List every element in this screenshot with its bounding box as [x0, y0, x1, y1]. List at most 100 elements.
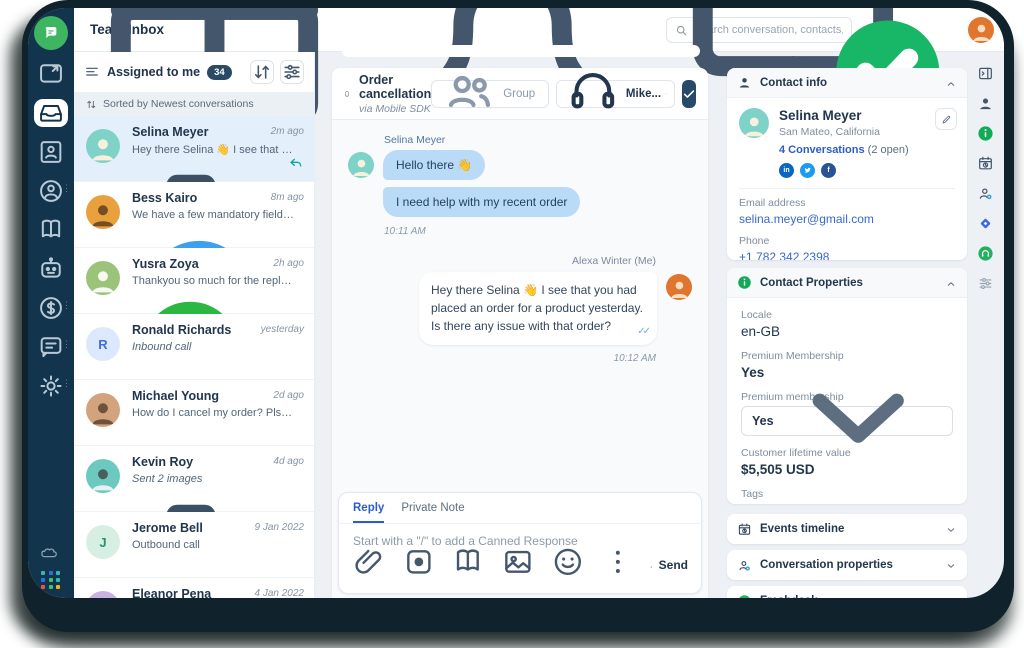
- settings-icon[interactable]: ⋮: [34, 372, 71, 400]
- mobile-icon: [344, 85, 350, 103]
- more-dots-icon: ⋮: [62, 183, 71, 193]
- chevron-up-icon[interactable]: [945, 277, 957, 289]
- list-item[interactable]: J Jerome Bell 9 Jan 2022 Outbound call S…: [74, 512, 314, 598]
- panel-toggle-icon[interactable]: [977, 65, 994, 82]
- conversations-link[interactable]: 4 Conversations: [779, 144, 865, 156]
- avatar: [86, 591, 120, 598]
- freshdesk-shortcut-icon[interactable]: [977, 245, 994, 262]
- image-icon[interactable]: [501, 545, 535, 584]
- list-item[interactable]: Kevin Roy 4d ago Sent 2 images Order can…: [74, 446, 314, 594]
- check-icon: [683, 89, 695, 98]
- avatar: J: [86, 525, 120, 559]
- open-count: (2 open): [867, 144, 909, 156]
- assignee-dropdown[interactable]: Mike...: [556, 73, 675, 109]
- avatar: [86, 459, 120, 493]
- chevron-down-icon[interactable]: [945, 559, 957, 571]
- message-preview: Thankyou so much for the reply Jake. Ca.…: [132, 275, 294, 287]
- scrolled-card-edge: [342, 45, 700, 57]
- freshchat-logo[interactable]: [34, 16, 68, 50]
- contact-name: Michael Young: [132, 389, 220, 403]
- contact-info-header[interactable]: Contact info: [727, 68, 967, 98]
- chevron-down-icon: [539, 89, 541, 99]
- group-dropdown[interactable]: Group: [431, 75, 550, 108]
- more-dots-icon: ⋮: [62, 339, 71, 349]
- contact-name: Kevin Roy: [132, 455, 194, 469]
- list-item[interactable]: Michael Young 2d ago How do I cancel my …: [74, 380, 314, 529]
- events-timeline-card[interactable]: Events timeline: [727, 514, 967, 544]
- events-timeline-shortcut-icon[interactable]: [977, 155, 994, 172]
- customize-widgets-icon[interactable]: [977, 275, 994, 292]
- tab-private-note[interactable]: Private Note: [401, 502, 464, 523]
- chevron-down-icon[interactable]: [945, 595, 957, 598]
- attachment-icon[interactable]: [352, 545, 386, 584]
- bot-icon[interactable]: [34, 255, 68, 283]
- contact-properties-shortcut-icon[interactable]: [977, 125, 994, 142]
- list-item[interactable]: Yusra Zoya 2h ago Thankyou so much for t…: [74, 248, 314, 399]
- avatar: [86, 393, 120, 427]
- edit-contact-button[interactable]: [935, 108, 957, 130]
- tab-reply[interactable]: Reply: [353, 502, 385, 523]
- chevron-down-icon[interactable]: [945, 523, 957, 535]
- premium-membership-select[interactable]: Yes: [741, 393, 953, 444]
- chevron-up-icon[interactable]: [945, 77, 957, 89]
- freshworks-logo[interactable]: [28, 546, 74, 560]
- field-label: Locale: [741, 309, 772, 321]
- facebook-icon[interactable]: f: [821, 163, 836, 178]
- billing-icon[interactable]: ⋮: [34, 294, 71, 322]
- contact-phone[interactable]: +1 782 342 2398: [739, 250, 955, 260]
- contact-properties-header[interactable]: Contact Properties: [727, 268, 967, 298]
- more-options-icon[interactable]: [601, 545, 635, 584]
- send-button[interactable]: Send: [650, 556, 688, 574]
- contact-book-icon[interactable]: [34, 138, 68, 166]
- solution-article-icon[interactable]: [451, 545, 485, 584]
- chat-status-icon[interactable]: [34, 60, 68, 88]
- conversation-properties-shortcut-icon[interactable]: [977, 185, 994, 202]
- sort-note: Sorted by Newest conversations: [74, 92, 314, 116]
- widget-strip: [967, 52, 1004, 598]
- linkedin-icon[interactable]: in: [779, 163, 794, 178]
- list-item[interactable]: Bess Kairo 8m ago We have a few mandator…: [74, 182, 314, 346]
- user-avatar[interactable]: [968, 17, 994, 43]
- conversation-properties-card[interactable]: Conversation properties: [727, 550, 967, 580]
- conversations-icon[interactable]: ⋮: [34, 333, 71, 361]
- message-preview: Outbound call: [132, 539, 200, 551]
- timestamp: 2m ago: [270, 126, 304, 137]
- device-frame: ⋮ ⋮ ⋮ ⋮ Team Inbox Assi: [22, 0, 1014, 632]
- assigned-filter[interactable]: Assigned to me: [107, 65, 200, 79]
- freshdesk-card[interactable]: Freshdesk: [727, 586, 967, 598]
- incoming-message: Hello there 👋: [383, 150, 486, 180]
- message-preview: Inbound call: [132, 341, 192, 353]
- contact-email[interactable]: selina.meyer@gmail.com: [739, 212, 955, 226]
- contact-name: Selina Meyer: [779, 108, 862, 123]
- app-grid-icon[interactable]: [41, 571, 61, 589]
- emoji-icon[interactable]: [551, 545, 585, 584]
- send-plane-icon: [650, 556, 653, 574]
- contact-name: Jerome Bell: [132, 521, 203, 535]
- message-preview: How do I cancel my order? Pls help: [132, 407, 294, 419]
- list-item[interactable]: Selina Meyer 2m ago Hey there Selina 👋 I…: [74, 116, 314, 264]
- contact-name: Eleanor Pena: [132, 587, 212, 598]
- inbox-icon[interactable]: [34, 99, 68, 127]
- contacts-icon[interactable]: ⋮: [34, 177, 71, 205]
- contact-info-shortcut-icon[interactable]: [977, 95, 994, 112]
- resolve-button[interactable]: [682, 79, 696, 108]
- agent-avatar: [666, 274, 692, 300]
- more-dots-icon: ⋮: [62, 300, 71, 310]
- twitter-icon[interactable]: [800, 163, 815, 178]
- sort-button[interactable]: [250, 60, 274, 84]
- avatar: [86, 195, 120, 229]
- list-item[interactable]: R Ronald Richards yesterday Inbound call…: [74, 314, 314, 456]
- integration-diamond-icon[interactable]: [977, 215, 994, 232]
- timestamp: 8m ago: [270, 192, 304, 203]
- knowledge-base-icon[interactable]: [34, 216, 68, 244]
- contact-name: Ronald Richards: [132, 323, 232, 337]
- message-time: 10:12 AM: [613, 353, 656, 364]
- list-item[interactable]: Eleanor Pena 4 Jan 2022: [74, 578, 314, 598]
- timestamp: 4 Jan 2022: [254, 588, 305, 598]
- contact-avatar: [739, 108, 769, 138]
- filter-button[interactable]: [280, 60, 304, 84]
- canned-response-icon[interactable]: [402, 545, 436, 584]
- list-menu-icon[interactable]: [84, 64, 100, 80]
- outgoing-message: Hey there Selina 👋 I see that you had pl…: [419, 272, 657, 345]
- message-time: 10:11 AM: [384, 226, 426, 237]
